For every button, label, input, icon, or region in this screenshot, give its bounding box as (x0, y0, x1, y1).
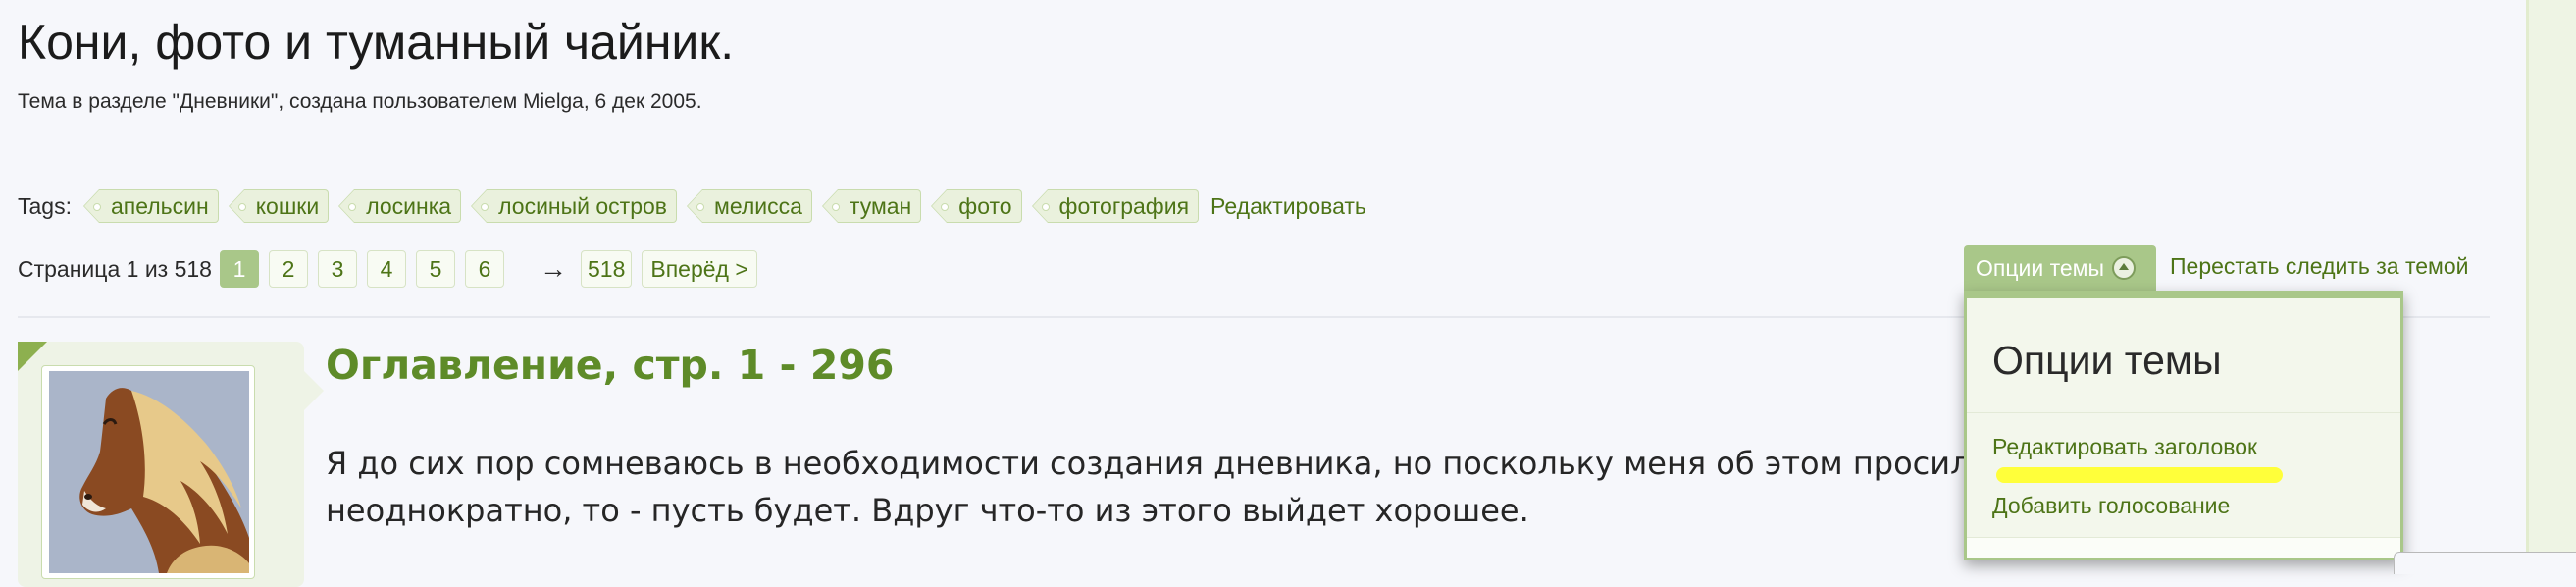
page-link[interactable]: 4 (366, 250, 406, 288)
last-page-link[interactable]: 518 (580, 250, 633, 288)
add-poll-link[interactable]: Добавить голосование (1992, 493, 2230, 519)
thread-title: Кони, фото и туманный чайник. (18, 15, 735, 70)
menu-title: Опции темы (1992, 338, 2222, 383)
tag-label: апельсин (110, 192, 209, 219)
right-sidebar-border (2526, 0, 2529, 573)
tag-label: фотография (1058, 192, 1190, 219)
thread-options-button[interactable]: Опции темы (1964, 245, 2156, 291)
tag-label: лосинка (366, 192, 452, 219)
tag-hole-icon (941, 203, 950, 211)
thread-options-label: Опции темы (1976, 254, 2105, 281)
thread-description: Тема в разделе "Дневники", создана польз… (18, 90, 702, 113)
tag-item[interactable]: туман (821, 189, 922, 223)
tag-label: мелисса (714, 192, 802, 219)
tag-hole-icon (481, 203, 489, 211)
tag-hole-icon (831, 203, 840, 211)
page-link[interactable]: 2 (268, 250, 308, 288)
edit-tags-link[interactable]: Редактировать (1211, 193, 1366, 220)
tag-label: кошки (255, 192, 320, 219)
tag-item[interactable]: фотография (1031, 189, 1200, 223)
menu-footer (1967, 537, 2400, 558)
collapse-arrow-icon (2112, 256, 2137, 280)
tag-item[interactable]: кошки (228, 189, 330, 223)
tag-label: туман (849, 192, 912, 219)
tag-item[interactable]: фото (931, 189, 1022, 223)
tag-item[interactable]: мелисса (687, 189, 812, 223)
unfollow-thread-link[interactable]: Перестать следить за темой (2170, 253, 2469, 280)
page-link-current[interactable]: 1 (219, 250, 259, 288)
page-link[interactable]: 5 (415, 250, 455, 288)
tags-label: Tags: (18, 192, 72, 219)
page-link[interactable]: 6 (464, 250, 504, 288)
tag-label: лосиный остров (498, 192, 668, 219)
page-link[interactable]: 3 (317, 250, 357, 288)
tag-hole-icon (237, 203, 246, 211)
page-count-label: Страница 1 из 518 (18, 255, 212, 282)
tag-label: фото (958, 192, 1012, 219)
next-page-button[interactable]: Вперёд > (642, 250, 757, 288)
tag-hole-icon (92, 203, 101, 211)
post-title: Оглавление, стр. 1 - 296 (326, 342, 895, 389)
tag-item[interactable]: апельсин (83, 189, 219, 223)
tag-hole-icon (1041, 203, 1050, 211)
avatar[interactable] (49, 371, 249, 573)
thread-options-menu: Опции темы Редактировать заголовок Добав… (1964, 291, 2403, 560)
tag-item[interactable]: лосиный остров (471, 189, 678, 223)
horse-avatar-icon (49, 371, 249, 573)
page-nav: Страница 1 из 518 1 2 3 4 5 6 → 518 Впер… (18, 249, 767, 289)
right-sidebar-edge (2526, 0, 2576, 573)
highlight-marker (1996, 467, 2283, 483)
tag-hole-icon (348, 203, 357, 211)
menu-divider (1967, 412, 2400, 413)
edit-title-link[interactable]: Редактировать заголовок (1992, 434, 2257, 460)
tag-item[interactable]: лосинка (338, 189, 462, 223)
tag-hole-icon (696, 203, 705, 211)
overlay-edge (2394, 552, 2576, 574)
tag-list: Tags: апельсин кошки лосинка лосиный ост… (18, 187, 1366, 226)
jump-arrow-icon[interactable]: → (540, 253, 567, 285)
